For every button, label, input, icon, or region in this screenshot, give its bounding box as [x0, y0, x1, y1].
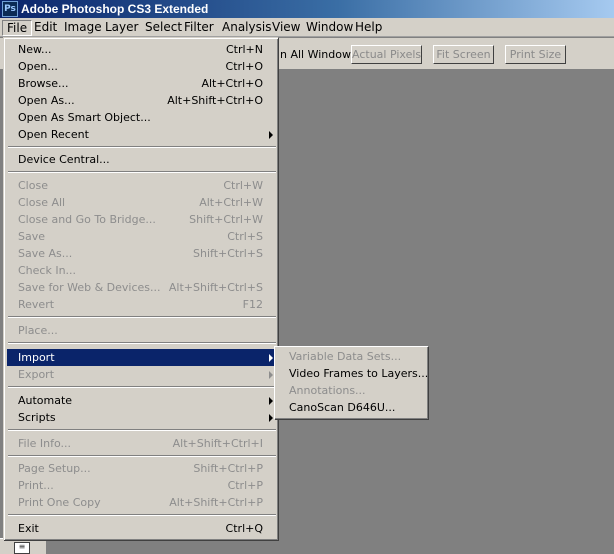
submenu-arrow-icon [269, 397, 273, 405]
menu-item-open[interactable]: Open... Ctrl+O [7, 58, 277, 75]
menu-analysis[interactable]: Analysis [218, 20, 275, 36]
submenu-arrow-icon [269, 371, 273, 379]
menu-separator [8, 514, 276, 516]
menu-separator [8, 342, 276, 344]
menu-item-close-and-go-to-bridge[interactable]: Close and Go To Bridge... Shift+Ctrl+W [7, 211, 277, 228]
document-icon[interactable]: ≡ [14, 542, 30, 554]
submenu-arrow-icon [269, 414, 273, 422]
menu-separator [8, 386, 276, 388]
menu-item-save-as[interactable]: Save As... Shift+Ctrl+S [7, 245, 277, 262]
submenu-item-variable-data-sets[interactable]: Variable Data Sets... [277, 348, 425, 365]
menu-item-save[interactable]: Save Ctrl+S [7, 228, 277, 245]
photoshop-app-icon[interactable]: Ps [2, 1, 18, 17]
menu-item-new[interactable]: New... Ctrl+N [7, 41, 277, 58]
all-windows-label[interactable]: n All Windows [280, 48, 357, 61]
menu-image[interactable]: Image [60, 20, 106, 36]
window-title: Adobe Photoshop CS3 Extended [21, 2, 209, 16]
menu-item-browse[interactable]: Browse... Alt+Ctrl+O [7, 75, 277, 92]
menu-item-import[interactable]: Import [7, 349, 277, 366]
submenu-item-annotations[interactable]: Annotations... [277, 382, 425, 399]
menu-item-open-recent[interactable]: Open Recent [7, 126, 277, 143]
actual-pixels-button[interactable]: Actual Pixels [351, 45, 422, 64]
menu-separator [8, 316, 276, 318]
menu-separator [8, 171, 276, 173]
title-bar: Ps Adobe Photoshop CS3 Extended [0, 0, 614, 18]
menu-item-check-in[interactable]: Check In... [7, 262, 277, 279]
submenu-arrow-icon [269, 131, 273, 139]
menu-item-close-all[interactable]: Close All Alt+Ctrl+W [7, 194, 277, 211]
submenu-item-canoscan[interactable]: CanoScan D646U... [277, 399, 425, 416]
submenu-item-video-frames-to-layers[interactable]: Video Frames to Layers... [277, 365, 428, 382]
menu-item-close[interactable]: Close Ctrl+W [7, 177, 277, 194]
menu-item-scripts[interactable]: Scripts [7, 409, 277, 426]
menu-bar: File Edit Image Layer Select Filter Anal… [0, 18, 614, 37]
menu-item-place[interactable]: Place... [7, 322, 277, 339]
menu-separator [8, 455, 276, 457]
menu-item-page-setup[interactable]: Page Setup... Shift+Ctrl+P [7, 460, 277, 477]
menu-view[interactable]: View [268, 20, 304, 36]
menu-item-export[interactable]: Export [7, 366, 277, 383]
print-size-button[interactable]: Print Size [505, 45, 566, 64]
menu-file[interactable]: File [2, 20, 33, 36]
menu-help[interactable]: Help [351, 20, 386, 36]
menu-item-save-for-web[interactable]: Save for Web & Devices... Alt+Shift+Ctrl+… [7, 279, 277, 296]
menu-item-automate[interactable]: Automate [7, 392, 277, 409]
file-menu-dropdown: New... Ctrl+N Open... Ctrl+O Browse... Alt+… [3, 37, 278, 540]
menu-item-revert[interactable]: Revert F12 [7, 296, 277, 313]
submenu-arrow-icon [269, 354, 273, 362]
menu-separator [8, 429, 276, 431]
menu-item-open-as[interactable]: Open As... Alt+Shift+Ctrl+O [7, 92, 277, 109]
menu-item-device-central[interactable]: Device Central... [7, 151, 277, 168]
menu-layer[interactable]: Layer [101, 20, 142, 36]
menu-window[interactable]: Window [302, 20, 357, 36]
menu-item-exit[interactable]: Exit Ctrl+Q [7, 520, 277, 537]
menu-item-print[interactable]: Print... Ctrl+P [7, 477, 277, 494]
menu-item-file-info[interactable]: File Info... Alt+Shift+Ctrl+I [7, 435, 277, 452]
menu-filter[interactable]: Filter [180, 20, 218, 36]
import-submenu: Variable Data Sets... Video Frames to La… [274, 346, 428, 419]
menu-item-print-one-copy[interactable]: Print One Copy Alt+Shift+Ctrl+P [7, 494, 277, 511]
menu-edit[interactable]: Edit [30, 20, 61, 36]
menu-separator [8, 146, 276, 148]
fit-screen-button[interactable]: Fit Screen [433, 45, 494, 64]
menu-item-open-as-smart-object[interactable]: Open As Smart Object... [7, 109, 277, 126]
